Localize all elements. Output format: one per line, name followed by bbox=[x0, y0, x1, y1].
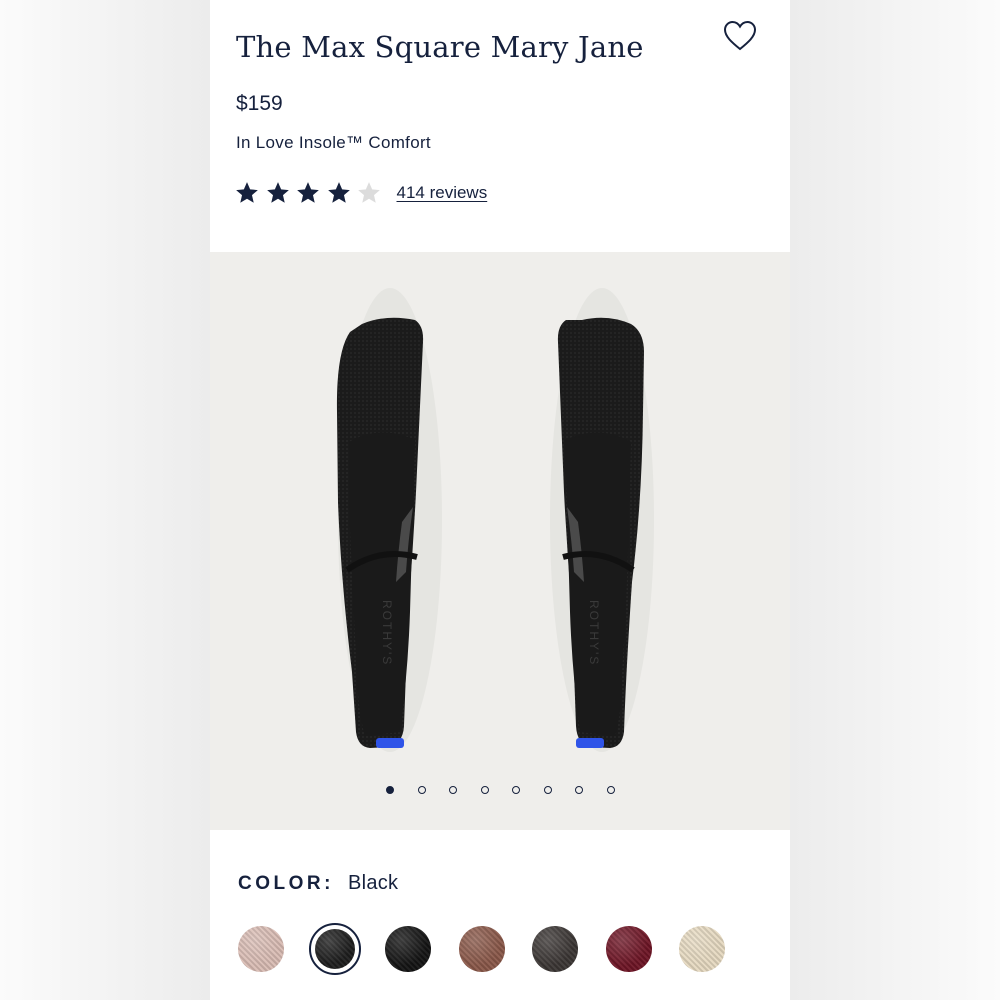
product-subtitle: In Love Insole™ Comfort bbox=[236, 133, 431, 152]
gallery-dot[interactable] bbox=[386, 786, 394, 794]
swatch-fill bbox=[679, 926, 725, 972]
right-blur-margin bbox=[790, 0, 1000, 1000]
gallery-dot[interactable] bbox=[480, 786, 489, 794]
gallery-dot[interactable] bbox=[606, 786, 615, 794]
swatch-burgundy[interactable] bbox=[603, 923, 655, 975]
gallery-dot[interactable] bbox=[449, 786, 457, 794]
product-title: The Max Square Mary Jane bbox=[236, 30, 644, 64]
product-price: $159 bbox=[236, 92, 283, 115]
right-shoe bbox=[550, 288, 654, 752]
swatch-checker[interactable] bbox=[529, 923, 581, 975]
swatch-blush[interactable] bbox=[235, 923, 287, 975]
product-panel: The Max Square Mary Jane $159 In Love In… bbox=[210, 0, 790, 1000]
swatch-fill bbox=[458, 926, 505, 972]
insole-brand-left: ROTHY'S bbox=[380, 600, 394, 666]
color-selector-header: COLOR: Black bbox=[238, 872, 398, 895]
product-image-gallery[interactable]: ROTHY'S ROTHY'S bbox=[210, 252, 790, 830]
color-label: COLOR: bbox=[238, 873, 334, 894]
selected-color: Black bbox=[347, 872, 399, 894]
left-shoe bbox=[336, 288, 442, 752]
gallery-dot[interactable] bbox=[417, 786, 426, 794]
left-blur-margin bbox=[0, 0, 210, 1000]
gallery-dot[interactable] bbox=[575, 786, 583, 794]
swatch-fill bbox=[605, 926, 652, 972]
rating-row: 414 reviews bbox=[234, 180, 487, 206]
shoe-image: ROTHY'S ROTHY'S bbox=[336, 288, 654, 752]
star-rating bbox=[234, 180, 387, 206]
swatch-brown[interactable] bbox=[456, 923, 508, 975]
swatch-fill bbox=[314, 929, 355, 969]
swatch-black[interactable] bbox=[308, 923, 361, 975]
color-swatches bbox=[235, 923, 750, 975]
swatch-fill bbox=[238, 926, 284, 972]
swatch-fill bbox=[385, 926, 431, 972]
reviews-link[interactable]: 414 reviews bbox=[397, 183, 488, 203]
gallery-dot[interactable] bbox=[543, 786, 552, 794]
gallery-dot[interactable] bbox=[512, 786, 520, 794]
heart-icon[interactable] bbox=[722, 18, 758, 54]
gallery-pagination bbox=[386, 786, 638, 794]
swatch-cream[interactable] bbox=[676, 923, 728, 975]
star-icon bbox=[266, 182, 289, 203]
insole-brand-right: ROTHY'S bbox=[587, 600, 601, 666]
star-icon bbox=[358, 182, 380, 203]
swatch-black-knit[interactable] bbox=[382, 923, 434, 975]
swatch-fill bbox=[532, 926, 578, 972]
star-icon bbox=[327, 182, 350, 203]
star-icon bbox=[236, 182, 258, 203]
star-icon bbox=[297, 182, 319, 203]
